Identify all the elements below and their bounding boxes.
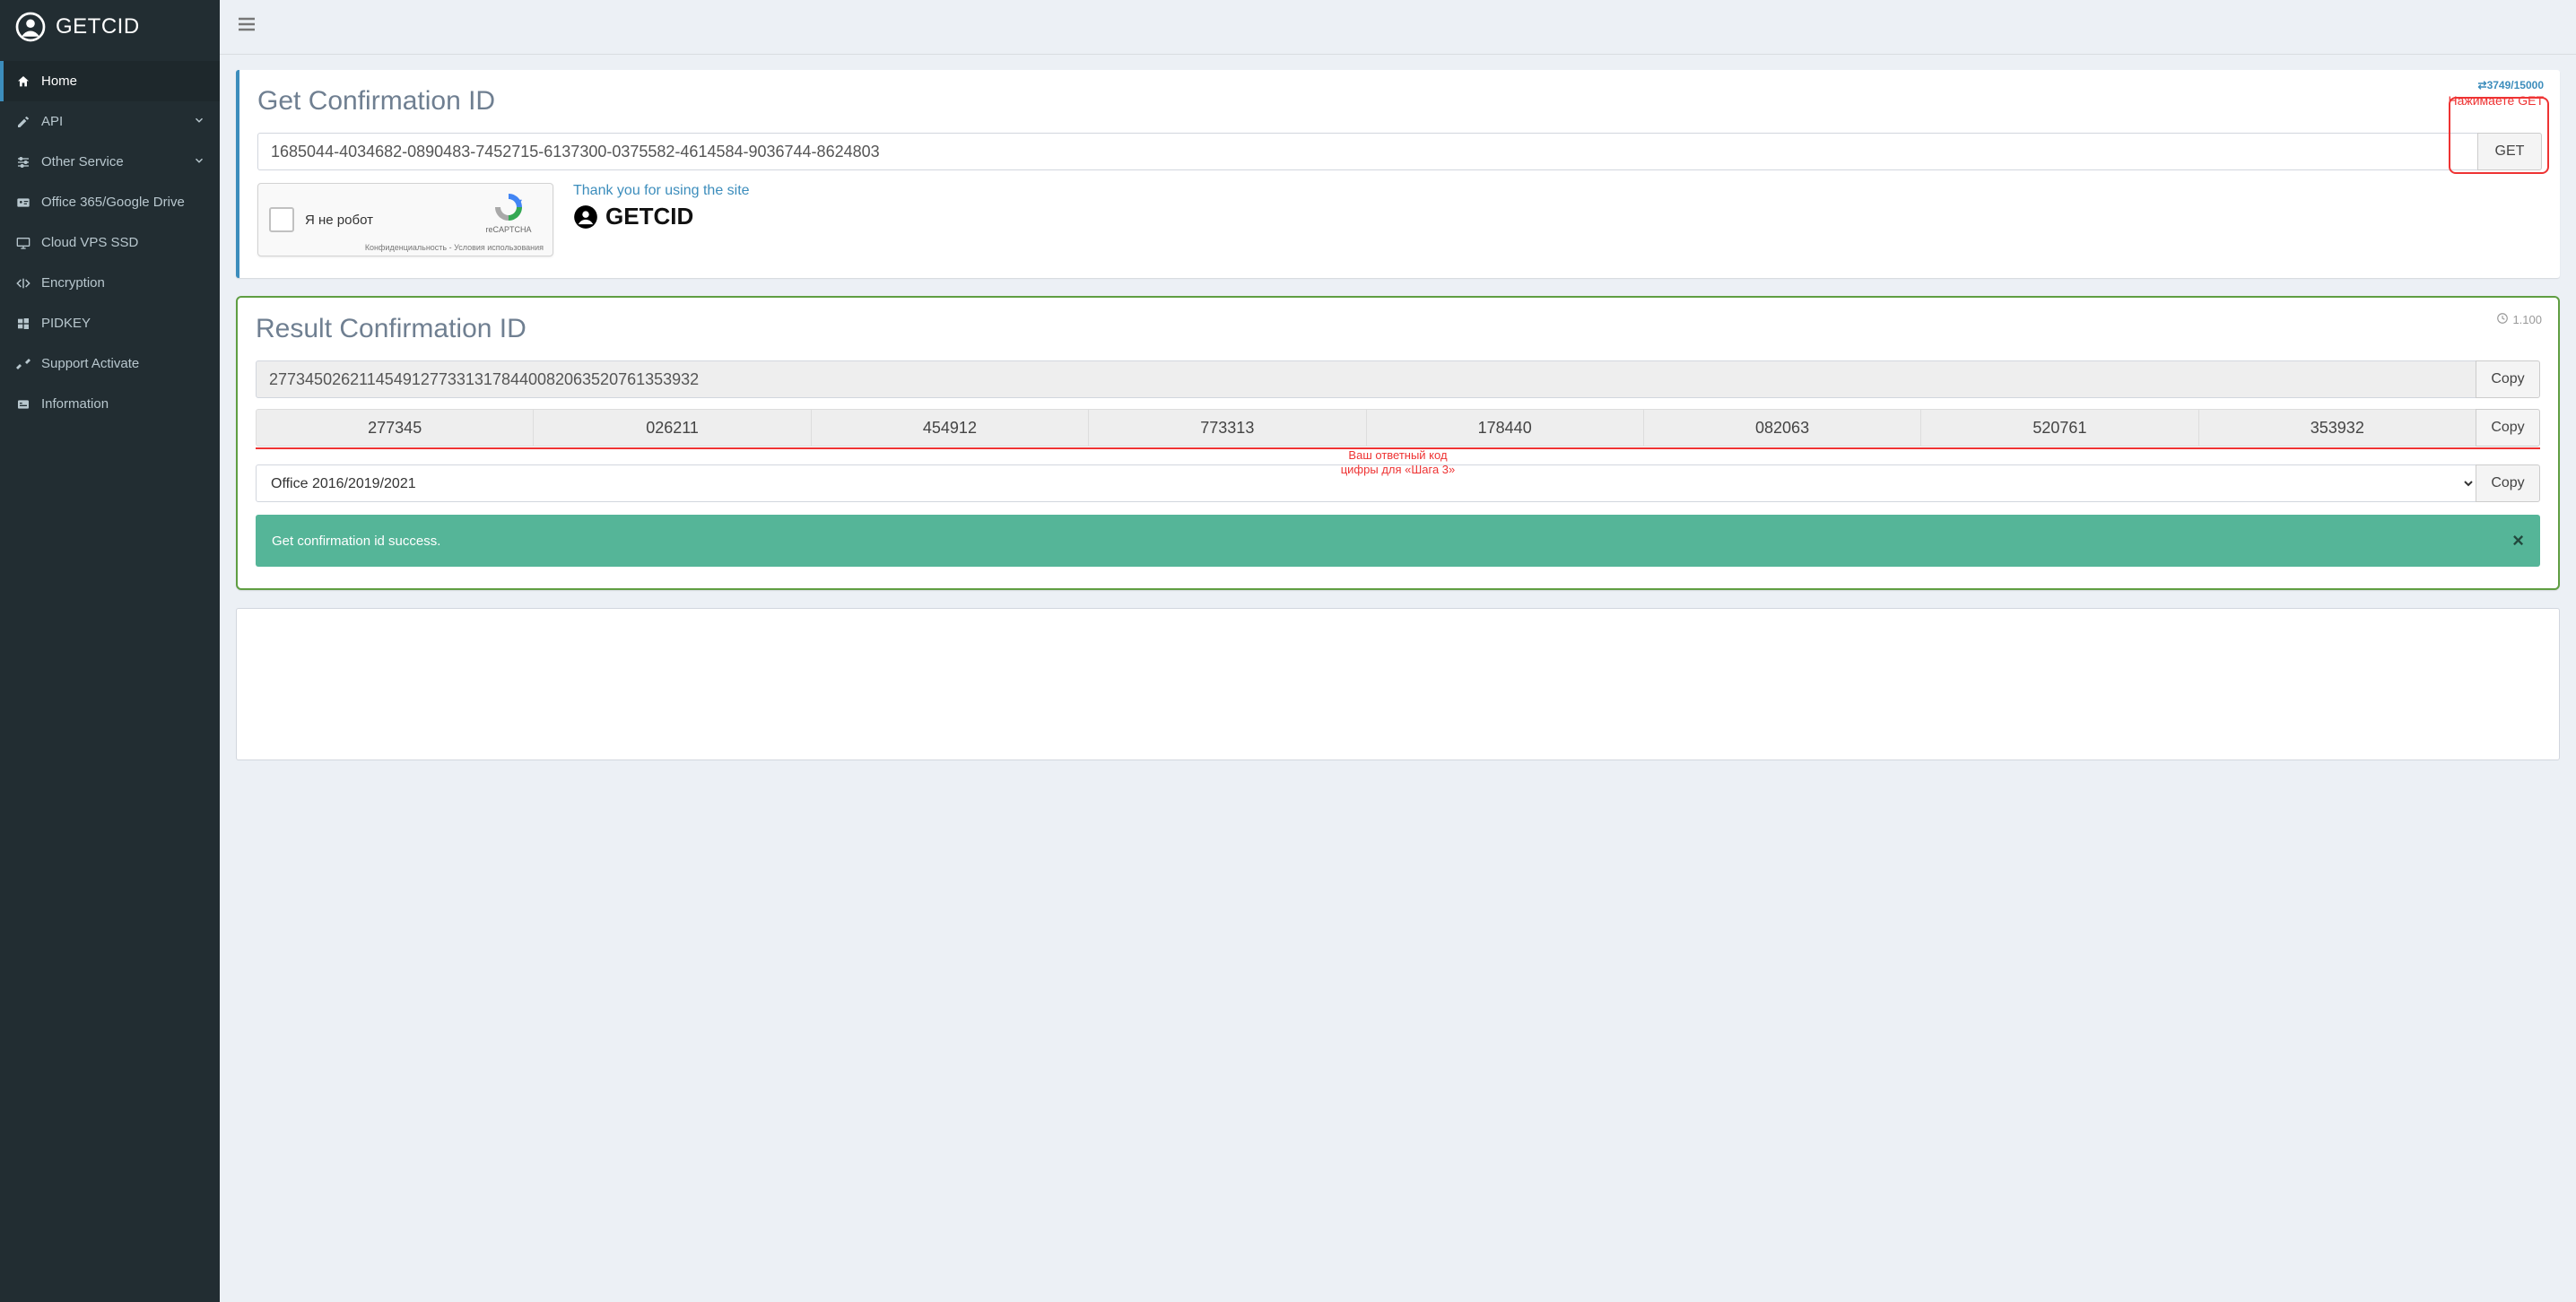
result-segments-row: 277345 026211 454912 773313 178440 08206… xyxy=(256,409,2540,447)
hamburger-icon[interactable] xyxy=(236,13,257,41)
transfer-icon: ⇄ xyxy=(2478,79,2487,91)
panel-title: Result Confirmation ID xyxy=(256,314,2540,344)
get-confirmation-panel: ⇄3749/15000 Нажимаете GET Get Confirmati… xyxy=(236,70,2560,278)
sidebar-item-support-activate[interactable]: Support Activate xyxy=(0,343,220,384)
success-alert: Get confirmation id success. × xyxy=(256,515,2540,567)
segment-e: 178440 xyxy=(1366,409,1644,447)
sidebar-item-label: Cloud VPS SSD xyxy=(41,235,205,250)
panel-title: Get Confirmation ID xyxy=(257,86,2542,117)
thanks-text: Thank you for using the site xyxy=(573,183,750,199)
sidebar-item-office-365[interactable]: Office 365/Google Drive xyxy=(0,182,220,222)
sidebar-item-information[interactable]: Information xyxy=(0,384,220,424)
result-full-value[interactable] xyxy=(256,360,2476,398)
sidebar-item-home[interactable]: Home xyxy=(0,61,220,101)
timer-value: 1.100 xyxy=(2512,313,2542,326)
info-icon xyxy=(14,397,32,412)
home-icon xyxy=(14,74,32,89)
windows-icon xyxy=(14,317,32,331)
sidebar-item-encryption[interactable]: Encryption xyxy=(0,263,220,303)
brand-inline: GETCID xyxy=(573,203,750,230)
brand[interactable]: GETCID xyxy=(0,0,220,54)
sidebar-item-label: Home xyxy=(41,74,205,89)
recaptcha-brand-text: reCAPTCHA xyxy=(474,225,544,234)
red-caption-annotation: Ваш ответный кодцифры для «Шага 3» xyxy=(1341,448,1456,476)
recaptcha-footer: Конфиденциальность - Условия использован… xyxy=(365,243,544,252)
sidebar-item-label: PIDKEY xyxy=(41,316,205,331)
empty-textarea[interactable] xyxy=(236,608,2560,760)
monitor-icon xyxy=(14,236,32,250)
sidebar-item-label: Office 365/Google Drive xyxy=(41,195,205,210)
segment-g: 520761 xyxy=(1920,409,2198,447)
sidebar-item-cloud-vps[interactable]: Cloud VPS SSD xyxy=(0,222,220,263)
sidebar-item-api[interactable]: API xyxy=(0,101,220,142)
installation-id-input[interactable] xyxy=(257,133,2477,170)
recaptcha-logo: reCAPTCHA xyxy=(474,191,544,234)
segment-c: 454912 xyxy=(811,409,1089,447)
brand-inline-text: GETCID xyxy=(605,203,693,230)
recaptcha-label: Я не робот xyxy=(305,213,373,228)
segment-f: 082063 xyxy=(1643,409,1921,447)
sidebar-item-label: Other Service xyxy=(41,154,193,169)
timer-badge: 1.100 xyxy=(2496,312,2542,327)
sidebar: GETCID Home API Other Service xyxy=(0,0,220,1302)
brand-text: GETCID xyxy=(56,14,140,39)
clock-icon xyxy=(2496,312,2509,327)
alert-text: Get confirmation id success. xyxy=(272,534,440,549)
sidebar-nav: Home API Other Service Office 365/Goo xyxy=(0,61,220,424)
id-card-icon xyxy=(14,195,32,210)
thanks-block: Thank you for using the site GETCID xyxy=(573,183,750,230)
press-get-annotation: Нажимаете GET xyxy=(2448,93,2544,108)
sidebar-item-label: API xyxy=(41,114,193,129)
edit-icon xyxy=(14,115,32,129)
chevron-down-icon xyxy=(193,154,205,169)
usage-counter: ⇄3749/15000 xyxy=(2478,79,2544,91)
sidebar-item-label: Encryption xyxy=(41,275,205,291)
segment-a: 277345 xyxy=(256,409,534,447)
sidebar-item-label: Information xyxy=(41,396,205,412)
main-content: ⇄3749/15000 Нажимаете GET Get Confirmati… xyxy=(220,0,2576,1302)
segment-d: 773313 xyxy=(1088,409,1366,447)
copy-segments-button[interactable]: Copy xyxy=(2476,409,2540,447)
user-circle-icon xyxy=(14,11,47,43)
segment-h: 353932 xyxy=(2198,409,2476,447)
code-icon xyxy=(14,276,32,291)
copy-full-button[interactable]: Copy xyxy=(2476,360,2540,398)
tools-icon xyxy=(14,357,32,371)
copy-select-button[interactable]: Copy xyxy=(2476,464,2540,502)
sidebar-item-pidkey[interactable]: PIDKEY xyxy=(0,303,220,343)
sidebar-item-label: Support Activate xyxy=(41,356,205,371)
recaptcha-widget[interactable]: Я не робот reCAPTCHA Конфиденциальность … xyxy=(257,183,553,256)
sidebar-item-other-service[interactable]: Other Service xyxy=(0,142,220,182)
result-confirmation-panel: 1.100 Result Confirmation ID Copy 277345… xyxy=(236,296,2560,590)
segment-b: 026211 xyxy=(533,409,811,447)
get-button[interactable]: GET xyxy=(2477,133,2542,170)
topbar xyxy=(220,0,2576,54)
alert-close-button[interactable]: × xyxy=(2512,529,2524,552)
chevron-down-icon xyxy=(193,114,205,129)
recaptcha-checkbox[interactable] xyxy=(269,207,294,232)
user-circle-icon xyxy=(573,204,598,230)
sliders-icon xyxy=(14,155,32,169)
